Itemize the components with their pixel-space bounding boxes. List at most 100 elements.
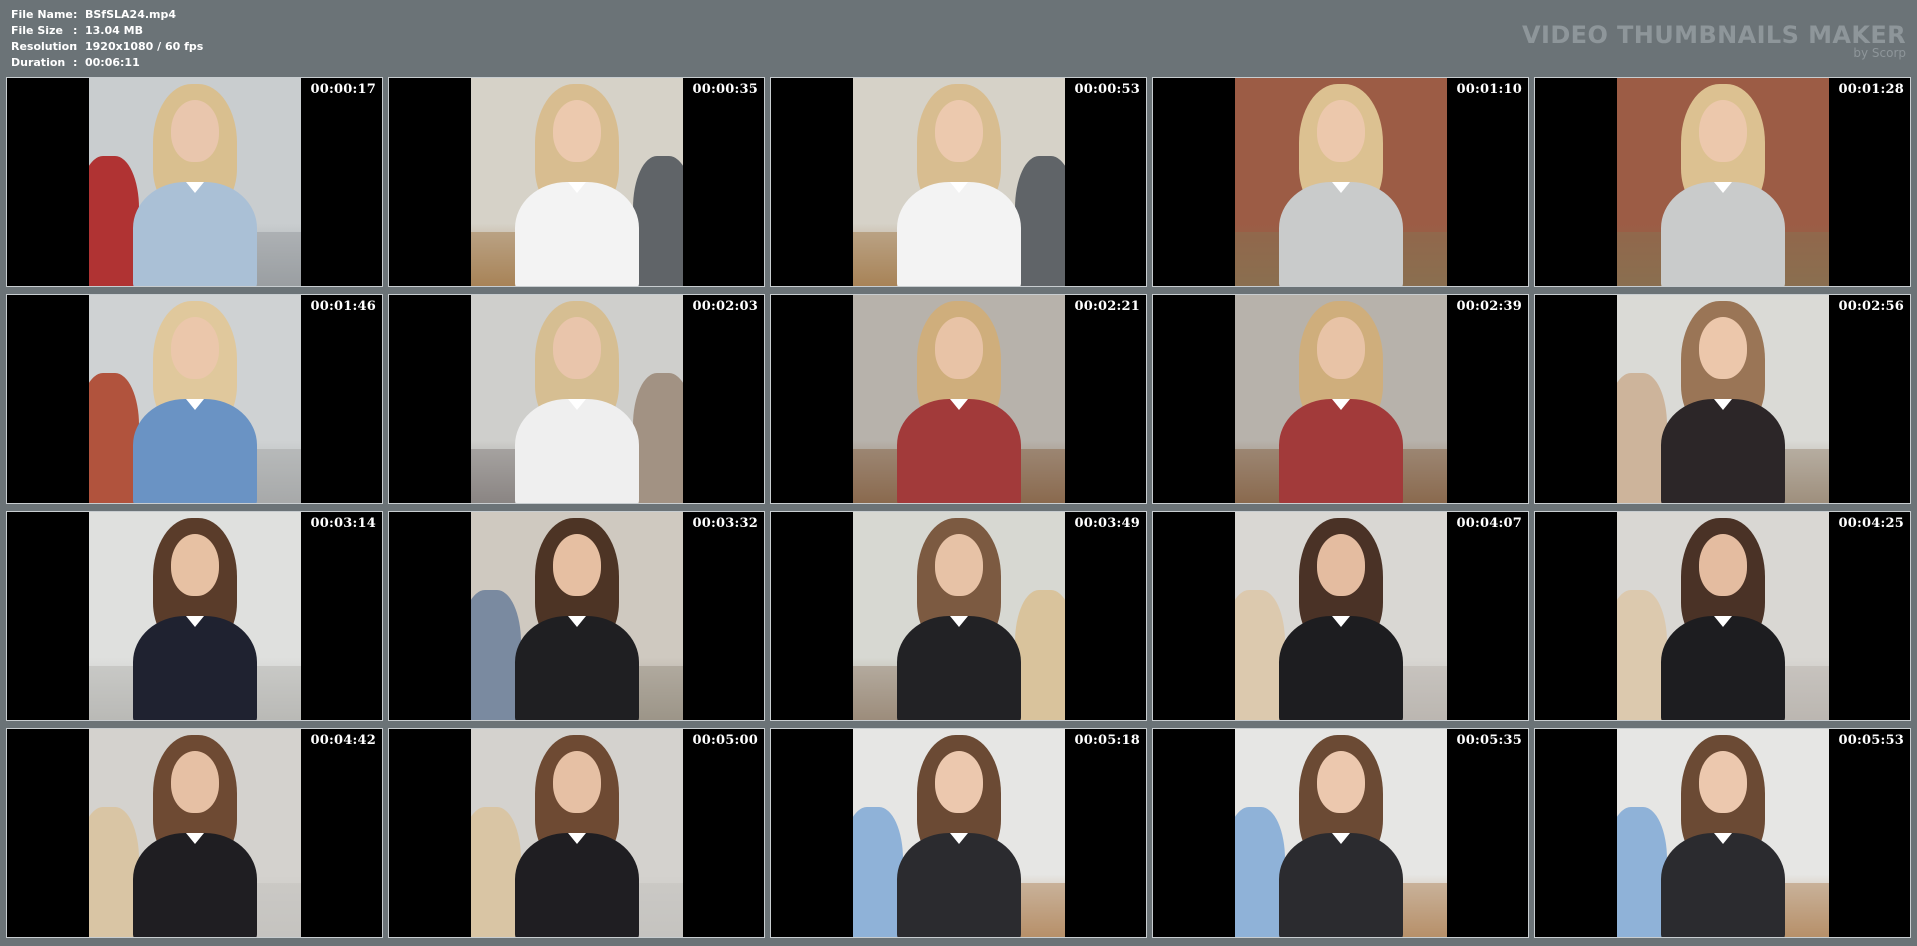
thumbnail[interactable]: 00:01:46	[6, 294, 383, 504]
timestamp: 00:02:03	[692, 299, 758, 314]
figure-collar	[186, 182, 204, 193]
side-figure	[89, 156, 139, 286]
figure-collar	[1714, 833, 1732, 844]
figure-face	[1317, 317, 1365, 379]
thumbnail[interactable]: 00:03:14	[6, 511, 383, 721]
figure-face	[171, 534, 219, 596]
thumbnail[interactable]: 00:02:21	[770, 294, 1147, 504]
figure-body	[515, 616, 639, 720]
separator: :	[73, 24, 78, 37]
video-frame	[1617, 729, 1829, 937]
figure-body	[133, 833, 257, 937]
side-figure	[1617, 807, 1667, 937]
video-frame	[1617, 512, 1829, 720]
thumbnail[interactable]: 00:05:35	[1152, 728, 1529, 938]
resolution-row: Resolution : 1920x1080 / 60 fps	[11, 39, 203, 55]
figure-face	[1317, 100, 1365, 162]
video-frame	[471, 512, 683, 720]
thumbnail[interactable]: 00:00:53	[770, 77, 1147, 287]
brand-watermark: VIDEO THUMBNAILS MAKER by Scorp	[1522, 22, 1906, 60]
figure-collar	[568, 833, 586, 844]
file-info: File Name : BSfSLA24.mp4 File Size : 13.…	[11, 7, 203, 71]
figure-face	[553, 100, 601, 162]
header: File Name : BSfSLA24.mp4 File Size : 13.…	[0, 0, 1917, 74]
video-frame	[1617, 295, 1829, 503]
video-frame	[89, 729, 301, 937]
figure-face	[171, 100, 219, 162]
figure-body	[897, 182, 1021, 286]
figure-face	[935, 317, 983, 379]
video-frame	[1617, 78, 1829, 286]
frame-image	[471, 729, 683, 937]
frame-image	[471, 512, 683, 720]
thumbnail[interactable]: 00:04:25	[1534, 511, 1911, 721]
duration-row: Duration : 00:06:11	[11, 55, 203, 71]
figure-face	[1317, 751, 1365, 813]
thumbnail[interactable]: 00:05:00	[388, 728, 765, 938]
video-frame	[89, 295, 301, 503]
figure-face	[935, 100, 983, 162]
figure-collar	[186, 833, 204, 844]
frame-image	[471, 78, 683, 286]
thumbnail[interactable]: 00:01:10	[1152, 77, 1529, 287]
thumbnail[interactable]: 00:04:42	[6, 728, 383, 938]
thumbnail[interactable]: 00:04:07	[1152, 511, 1529, 721]
thumbnail[interactable]: 00:02:39	[1152, 294, 1529, 504]
frame-image	[1617, 78, 1829, 286]
side-figure	[471, 590, 521, 720]
figure-collar	[568, 182, 586, 193]
timestamp: 00:04:25	[1838, 516, 1904, 531]
figure-collar	[186, 399, 204, 410]
figure-body	[1279, 182, 1403, 286]
timestamp: 00:05:53	[1838, 733, 1904, 748]
thumbnail[interactable]: 00:05:18	[770, 728, 1147, 938]
video-frame	[853, 295, 1065, 503]
video-frame	[1235, 512, 1447, 720]
figure-face	[1317, 534, 1365, 596]
frame-image	[471, 295, 683, 503]
thumbnail[interactable]: 00:05:53	[1534, 728, 1911, 938]
timestamp: 00:04:42	[310, 733, 376, 748]
file-size-label: File Size	[11, 24, 63, 37]
frame-image	[89, 78, 301, 286]
thumbnail[interactable]: 00:00:35	[388, 77, 765, 287]
thumbnail[interactable]: 00:00:17	[6, 77, 383, 287]
file-size-row: File Size : 13.04 MB	[11, 23, 203, 39]
thumbnail[interactable]: 00:02:56	[1534, 294, 1911, 504]
file-size-value: 13.04 MB	[85, 24, 143, 37]
video-frame	[853, 78, 1065, 286]
figure-body	[515, 833, 639, 937]
frame-image	[1235, 512, 1447, 720]
side-figure	[89, 373, 139, 503]
figure-face	[1699, 534, 1747, 596]
timestamp: 00:01:28	[1838, 82, 1904, 97]
thumbnail[interactable]: 00:01:28	[1534, 77, 1911, 287]
thumbnail[interactable]: 00:02:03	[388, 294, 765, 504]
frame-image	[853, 295, 1065, 503]
side-figure	[1235, 590, 1285, 720]
brand-title: VIDEO THUMBNAILS MAKER	[1522, 21, 1906, 49]
timestamp: 00:04:07	[1456, 516, 1522, 531]
figure-face	[1699, 751, 1747, 813]
thumbnail[interactable]: 00:03:32	[388, 511, 765, 721]
figure-body	[133, 182, 257, 286]
thumbnail[interactable]: 00:03:49	[770, 511, 1147, 721]
figure-collar	[950, 182, 968, 193]
duration-label: Duration	[11, 56, 66, 69]
frame-image	[1617, 295, 1829, 503]
thumbnail-grid: 00:00:17 00:00:35 00:00:53 00:01:10 00:01:28…	[6, 77, 1912, 941]
figure-collar	[1332, 833, 1350, 844]
frame-image	[1235, 295, 1447, 503]
figure-body	[897, 616, 1021, 720]
frame-image	[1617, 512, 1829, 720]
figure-collar	[186, 616, 204, 627]
figure-face	[935, 751, 983, 813]
figure-collar	[1714, 399, 1732, 410]
figure-collar	[1714, 616, 1732, 627]
figure-collar	[1714, 182, 1732, 193]
figure-body	[1279, 833, 1403, 937]
figure-body	[1279, 399, 1403, 503]
figure-face	[1699, 100, 1747, 162]
video-frame	[853, 729, 1065, 937]
figure-face	[171, 317, 219, 379]
